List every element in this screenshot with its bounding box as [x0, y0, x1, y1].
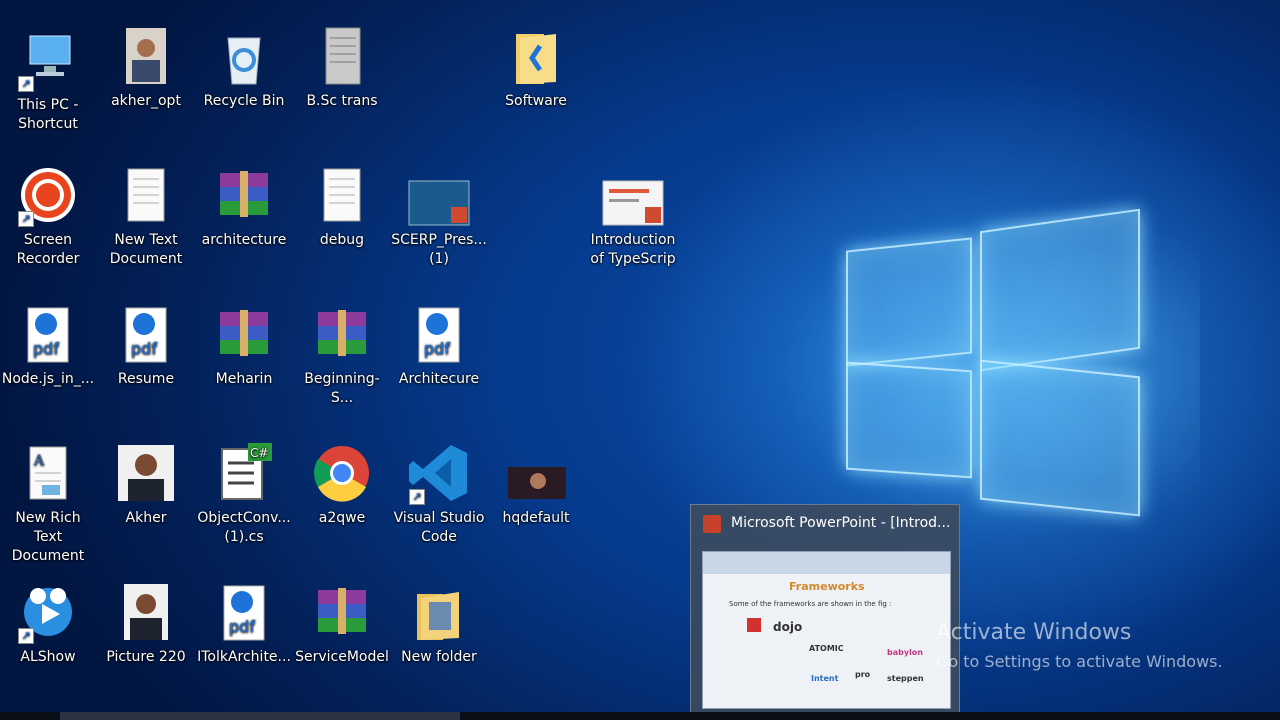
slide-bullet: Some of the frameworks are shown in the …	[729, 600, 892, 608]
desktop-icon-screen-recorder[interactable]: ↗ Screen Recorder	[0, 165, 96, 269]
recycle-bin-icon	[212, 26, 276, 90]
recorder-icon: ↗	[16, 165, 80, 229]
activate-windows-subtitle: Go to Settings to activate Windows.	[936, 652, 1223, 671]
svg-text:pdf: pdf	[229, 617, 255, 636]
csharp-file-icon: C#	[212, 443, 276, 507]
slide-heading: Frameworks	[789, 580, 865, 593]
desktop-icon-new-text-document[interactable]: New Text Document	[98, 165, 194, 269]
desktop-icon-akher-opt[interactable]: akher_opt	[98, 26, 194, 111]
chrome-icon	[310, 443, 374, 507]
desktop-icon-akher[interactable]: Akher	[98, 443, 194, 528]
winrar-archive-icon	[212, 165, 276, 229]
framework-logo-steppen: steppen	[887, 674, 924, 683]
desktop-icon-beginning[interactable]: Beginning-S...	[294, 304, 390, 408]
pdf-icon: pdf	[407, 304, 471, 368]
framework-logo-babylon: babylon	[887, 648, 923, 657]
desktop-icon-servicemodel[interactable]: ServiceModel	[294, 582, 390, 667]
photo-icon	[114, 582, 178, 646]
desktop-icon-meharin[interactable]: Meharin	[196, 304, 292, 389]
desktop-icon-bsc-trans[interactable]: B.Sc trans	[294, 26, 390, 111]
preview-thumbnail[interactable]: Frameworks Some of the frameworks are sh…	[702, 551, 951, 709]
desktop-icon-nodejs-pdf[interactable]: pdf Node.js_in_...	[0, 304, 96, 389]
vscode-icon: ↗	[407, 443, 471, 507]
computer-icon: ↗	[16, 30, 80, 94]
desktop-icon-hqdefault[interactable]: hqdefault	[488, 443, 584, 528]
text-document-icon	[114, 165, 178, 229]
desktop-icon-architecture[interactable]: architecture	[196, 165, 292, 250]
powerpoint-file-icon	[601, 165, 665, 229]
desktop-icon-recycle-bin[interactable]: Recycle Bin	[196, 26, 292, 111]
framework-logo-atomic: ATOMIC	[809, 644, 844, 653]
thumb-ribbon	[703, 552, 950, 574]
desktop-icon-itolk-pdf[interactable]: pdf ITolkArchite...	[196, 582, 292, 667]
angular-icon	[747, 618, 761, 632]
desktop-icon-vscode[interactable]: ↗ Visual Studio Code	[391, 443, 487, 547]
svg-text:A: A	[33, 453, 45, 469]
desktop-icon-a2qwe[interactable]: a2qwe	[294, 443, 390, 528]
activate-windows-title: Activate Windows	[936, 620, 1132, 645]
winrar-archive-icon	[310, 304, 374, 368]
windows-logo-pane-3	[846, 361, 972, 479]
photo-icon	[114, 443, 178, 507]
pdf-icon: pdf	[16, 304, 80, 368]
svg-text:C#: C#	[250, 446, 268, 460]
folder-icon	[407, 582, 471, 646]
pdf-icon: pdf	[212, 582, 276, 646]
image-icon	[504, 443, 568, 507]
desktop-icon-picture-220[interactable]: Picture 220	[98, 582, 194, 667]
photo-icon	[114, 26, 178, 90]
desktop-icon-this-pc[interactable]: ↗ This PC - Shortcut	[0, 30, 96, 134]
folder-icon	[504, 26, 568, 90]
document-scan-icon	[310, 26, 374, 90]
shortcut-arrow-icon: ↗	[409, 489, 425, 505]
desktop-icon-architecure[interactable]: pdf Architecure	[391, 304, 487, 389]
svg-text:pdf: pdf	[131, 339, 157, 358]
alshow-icon: ↗	[16, 582, 80, 646]
desktop-icon-alshow[interactable]: ↗ ALShow	[0, 582, 96, 667]
svg-text:pdf: pdf	[424, 339, 450, 358]
shortcut-arrow-icon: ↗	[18, 211, 34, 227]
desktop-icon-objectconv-cs[interactable]: C# ObjectConv... (1).cs	[196, 443, 292, 547]
framework-logo-intent: Intent	[811, 674, 839, 683]
winrar-archive-icon	[310, 582, 374, 646]
desktop-icon-debug[interactable]: debug	[294, 165, 390, 250]
taskbar-active-item[interactable]	[60, 712, 460, 720]
framework-logo-dojo: dojo	[773, 620, 803, 634]
desktop-icon-new-folder[interactable]: New folder	[391, 582, 487, 667]
desktop-icon-new-rich-text[interactable]: A New Rich Text Document	[0, 443, 96, 566]
text-document-icon	[310, 165, 374, 229]
windows-logo-pane-4	[980, 359, 1140, 517]
taskbar-thumbnail-preview[interactable]: Microsoft PowerPoint - [Introd... Framew…	[690, 504, 960, 714]
powerpoint-icon	[703, 515, 721, 533]
desktop-icon-scerp-pres[interactable]: SCERP_Pres... (1)	[391, 165, 487, 269]
preview-window-title: Microsoft PowerPoint - [Introd...	[731, 515, 951, 531]
rich-text-document-icon: A	[16, 443, 80, 507]
svg-text:pdf: pdf	[33, 339, 59, 358]
pdf-icon: pdf	[114, 304, 178, 368]
windows-logo-pane-1	[846, 237, 972, 367]
powerpoint-file-icon	[407, 165, 471, 229]
windows-logo-pane-2	[980, 208, 1140, 372]
taskbar	[0, 712, 1280, 720]
shortcut-arrow-icon: ↗	[18, 76, 34, 92]
desktop-icon-introduction-typescript[interactable]: Introduction of TypeScrip	[585, 165, 681, 269]
desktop-icon-resume[interactable]: pdf Resume	[98, 304, 194, 389]
framework-logo-pro: pro	[855, 670, 871, 679]
desktop-icon-software[interactable]: Software	[488, 26, 584, 111]
shortcut-arrow-icon: ↗	[18, 628, 34, 644]
winrar-archive-icon	[212, 304, 276, 368]
